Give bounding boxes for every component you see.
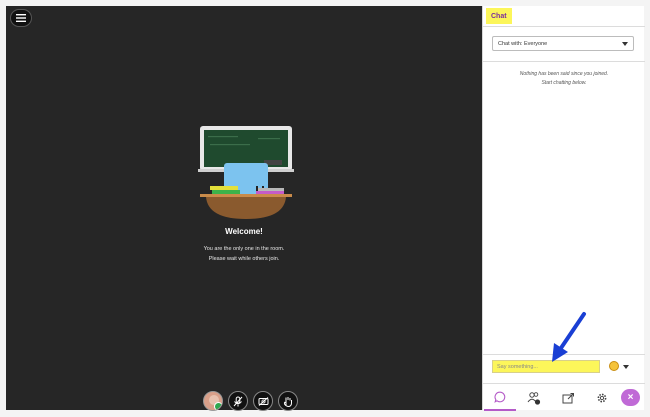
- chat-tab-button[interactable]: [484, 384, 516, 411]
- app-window: Welcome! You are the only one in the roo…: [0, 0, 650, 417]
- my-status-avatar[interactable]: [203, 391, 223, 411]
- chat-with-value: Chat with: Everyone: [498, 40, 548, 47]
- chat-input-placeholder: Say something...: [497, 363, 538, 370]
- microphone-muted-icon: [233, 396, 243, 406]
- welcome-message-line: You are the only one in the room.: [203, 246, 285, 252]
- chevron-down-icon: [622, 42, 628, 46]
- welcome-message-line: Please wait while others join.: [208, 256, 280, 262]
- microphone-button[interactable]: [228, 391, 248, 411]
- chevron-down-icon[interactable]: [623, 365, 629, 369]
- panel-bottom-toolbar: ×: [483, 383, 645, 411]
- chat-message-input[interactable]: Say something...: [492, 360, 600, 373]
- session-controls: [203, 391, 298, 411]
- chat-with-dropdown[interactable]: Chat with: Everyone: [492, 36, 634, 51]
- chat-panel-title: Chat: [486, 8, 512, 24]
- welcome-title: Welcome!: [225, 227, 263, 236]
- raise-hand-icon: [283, 396, 292, 407]
- divider: [483, 26, 645, 27]
- close-panel-button[interactable]: ×: [621, 389, 640, 406]
- camera-button[interactable]: [253, 391, 273, 411]
- hamburger-menu-icon: [16, 14, 26, 22]
- raise-hand-button[interactable]: [278, 391, 298, 411]
- divider: [483, 61, 645, 62]
- session-stage: Welcome! You are the only one in the roo…: [6, 6, 482, 411]
- chat-bubble-icon: [494, 391, 506, 403]
- divider: [483, 354, 645, 355]
- empty-room-illustration: [198, 126, 294, 219]
- share-content-tab-button[interactable]: [552, 384, 584, 411]
- status-check-icon: [214, 402, 222, 410]
- settings-tab-button[interactable]: [586, 384, 618, 411]
- empty-chat-message: Start chatting below.: [541, 80, 587, 86]
- close-icon: ×: [627, 392, 634, 403]
- empty-chat-message: Nothing has been said since you joined.: [519, 71, 609, 77]
- chat-panel: Chat Chat with: Everyone Nothing has bee…: [482, 6, 645, 411]
- attendees-tab-button[interactable]: [518, 384, 550, 411]
- gear-icon: [597, 393, 607, 402]
- session-menu-button[interactable]: [10, 9, 32, 27]
- share-content-icon: [562, 392, 574, 403]
- camera-off-icon: [258, 396, 268, 406]
- emoji-icon[interactable]: [609, 361, 619, 371]
- attendees-icon: [527, 391, 541, 405]
